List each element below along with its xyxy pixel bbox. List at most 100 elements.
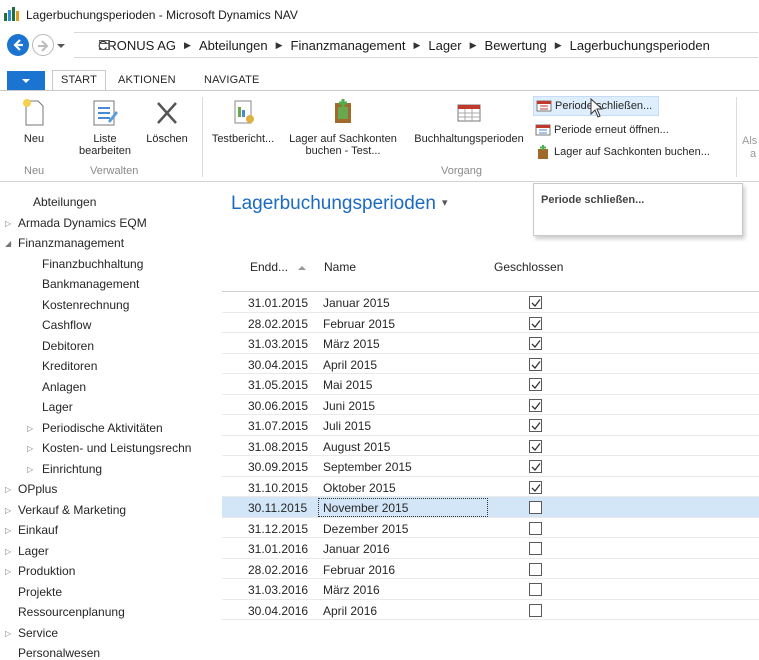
chevron-right-icon[interactable]: ▶ (555, 40, 562, 51)
cell-name[interactable]: Juni 2015 (323, 399, 375, 413)
history-dropdown-icon[interactable] (57, 44, 65, 48)
nav-item-kreditoren[interactable]: Kreditoren (42, 359, 97, 373)
chevron-right-icon[interactable]: ▶ (413, 40, 420, 51)
closed-checkbox[interactable] (529, 480, 542, 494)
cell-name[interactable]: August 2015 (323, 440, 390, 454)
nav-item-armada[interactable]: Armada Dynamics EQM (18, 216, 147, 230)
closed-checkbox[interactable] (529, 542, 542, 555)
tab-navigate[interactable]: NAVIGATE (204, 74, 260, 86)
back-button[interactable] (7, 34, 29, 56)
nav-item-einrichtung[interactable]: Einrichtung (42, 462, 102, 476)
closed-checkbox[interactable] (529, 316, 542, 330)
cell-name[interactable]: September 2015 (323, 460, 412, 474)
expand-arrow-icon[interactable]: ▷ (5, 629, 11, 638)
closed-checkbox[interactable] (529, 460, 542, 473)
table-row[interactable]: 28.02.2016 Februar 2016 (222, 559, 759, 579)
expand-arrow-icon[interactable]: ▷ (5, 219, 11, 228)
cell-end-date[interactable]: 30.06.2015 (248, 399, 308, 413)
cell-end-date[interactable]: 31.03.2016 (248, 583, 308, 597)
table-row[interactable]: 31.08.2015 August 2015 (222, 436, 759, 456)
page-title[interactable]: Lagerbuchungsperioden ▾ (231, 193, 447, 215)
cell-name[interactable]: Februar 2016 (323, 563, 395, 577)
nav-item-debitoren[interactable]: Debitoren (42, 339, 94, 353)
cell-name[interactable]: März 2016 (323, 583, 380, 597)
nav-item-finanzmanagement[interactable]: Finanzmanagement (18, 236, 124, 250)
accounting-periods-button[interactable]: Buchhaltungsperioden (407, 97, 531, 145)
table-row[interactable]: 31.03.2015 März 2015 (222, 333, 759, 354)
table-row[interactable]: 30.04.2015 April 2015 (222, 354, 759, 374)
nav-item-kosten-leistungsrechnung[interactable]: Kosten- und Leistungsrechn (42, 441, 191, 455)
chevron-right-icon[interactable]: ▶ (276, 40, 283, 51)
cell-end-date[interactable]: 28.02.2016 (248, 563, 308, 577)
nav-item-produktion[interactable]: Produktion (18, 564, 75, 578)
cell-end-date[interactable]: 31.03.2015 (248, 337, 308, 351)
nav-item-service[interactable]: Service (18, 626, 58, 640)
table-row[interactable]: 30.09.2015 September 2015 (222, 456, 759, 477)
closed-checkbox[interactable] (529, 296, 542, 309)
table-row[interactable]: 30.06.2015 Juni 2015 (222, 395, 759, 415)
cell-end-date[interactable]: 31.08.2015 (248, 440, 308, 454)
nav-item-finanzbuchhaltung[interactable]: Finanzbuchhaltung (42, 257, 143, 271)
table-row[interactable]: 31.01.2015 Januar 2015 (222, 292, 759, 313)
column-header-date[interactable]: Endd... (250, 260, 288, 274)
closed-checkbox[interactable] (529, 501, 542, 514)
cell-end-date[interactable]: 31.12.2015 (248, 522, 308, 536)
cell-end-date[interactable]: 31.01.2015 (248, 296, 308, 310)
column-header-closed[interactable]: Geschlossen (494, 260, 563, 274)
cell-end-date[interactable]: 31.07.2015 (248, 419, 308, 433)
edit-list-button[interactable]: Liste bearbeiten (75, 97, 135, 157)
closed-checkbox[interactable] (529, 398, 542, 412)
nav-item-abteilungen[interactable]: Abteilungen (33, 195, 96, 209)
delete-button[interactable]: Löschen (144, 97, 190, 145)
nav-item-kostenrechnung[interactable]: Kostenrechnung (42, 298, 129, 312)
cell-end-date[interactable]: 30.04.2015 (248, 358, 308, 372)
table-row[interactable]: 30.11.2015 November 2015 (222, 497, 759, 518)
cell-name[interactable]: Januar 2016 (323, 542, 390, 556)
expand-arrow-icon[interactable]: ▷ (27, 424, 33, 433)
nav-item-lager-sub[interactable]: Lager (42, 400, 73, 414)
cell-name[interactable]: Oktober 2015 (323, 481, 396, 495)
breadcrumb-item[interactable]: Abteilungen (199, 38, 268, 53)
expand-arrow-icon[interactable]: ▷ (5, 506, 11, 515)
table-row[interactable]: 31.07.2015 Juli 2015 (222, 415, 759, 436)
new-button[interactable]: Neu (18, 97, 50, 145)
table-row[interactable]: 30.04.2016 April 2016 (222, 600, 759, 620)
cell-end-date[interactable]: 31.05.2015 (248, 378, 308, 392)
tab-aktionen[interactable]: AKTIONEN (118, 74, 176, 86)
table-row[interactable]: 28.02.2015 Februar 2015 (222, 313, 759, 333)
cell-name[interactable]: Januar 2015 (323, 296, 390, 310)
test-report-button[interactable]: Testbericht... (206, 97, 280, 145)
cell-name[interactable]: April 2016 (323, 604, 377, 618)
cell-name[interactable]: November 2015 (323, 501, 408, 515)
expand-arrow-icon[interactable]: ▷ (27, 465, 33, 474)
cell-name[interactable]: Februar 2015 (323, 317, 395, 331)
expand-arrow-icon[interactable]: ▷ (5, 547, 11, 556)
expand-arrow-icon[interactable]: ▷ (5, 526, 11, 535)
closed-checkbox[interactable] (529, 603, 542, 617)
cell-end-date[interactable]: 31.10.2015 (248, 481, 308, 495)
expand-arrow-icon[interactable]: ▷ (5, 485, 11, 494)
chevron-right-icon[interactable]: ▶ (184, 40, 191, 51)
nav-item-periodische-aktivitaeten[interactable]: Periodische Aktivitäten (42, 421, 163, 435)
closed-checkbox[interactable] (529, 562, 542, 576)
application-menu-button[interactable] (7, 71, 45, 91)
cell-name[interactable]: April 2015 (323, 358, 377, 372)
breadcrumb-item[interactable]: Lager (428, 38, 461, 53)
closed-checkbox[interactable] (529, 357, 542, 371)
breadcrumb-item[interactable]: Lagerbuchungsperioden (570, 38, 710, 53)
cell-end-date[interactable]: 28.02.2015 (248, 317, 308, 331)
cell-name[interactable]: März 2015 (323, 337, 380, 351)
nav-item-verkauf-marketing[interactable]: Verkauf & Marketing (18, 503, 126, 517)
breadcrumb-item[interactable]: Bewertung (485, 38, 547, 53)
nav-item-projekte[interactable]: Projekte (18, 585, 62, 599)
forward-button[interactable] (32, 34, 54, 56)
closed-checkbox[interactable] (529, 439, 542, 453)
cell-end-date[interactable]: 30.09.2015 (248, 460, 308, 474)
nav-item-einkauf[interactable]: Einkauf (18, 523, 58, 537)
chevron-down-icon[interactable]: ▾ (442, 197, 448, 209)
post-inventory-button[interactable]: Lager auf Sachkonten buchen... (535, 143, 710, 161)
closed-checkbox[interactable] (529, 378, 542, 391)
cell-name[interactable]: Dezember 2015 (323, 522, 408, 536)
chevron-right-icon[interactable]: ▶ (470, 40, 477, 51)
nav-item-personalwesen[interactable]: Personalwesen (18, 646, 100, 660)
